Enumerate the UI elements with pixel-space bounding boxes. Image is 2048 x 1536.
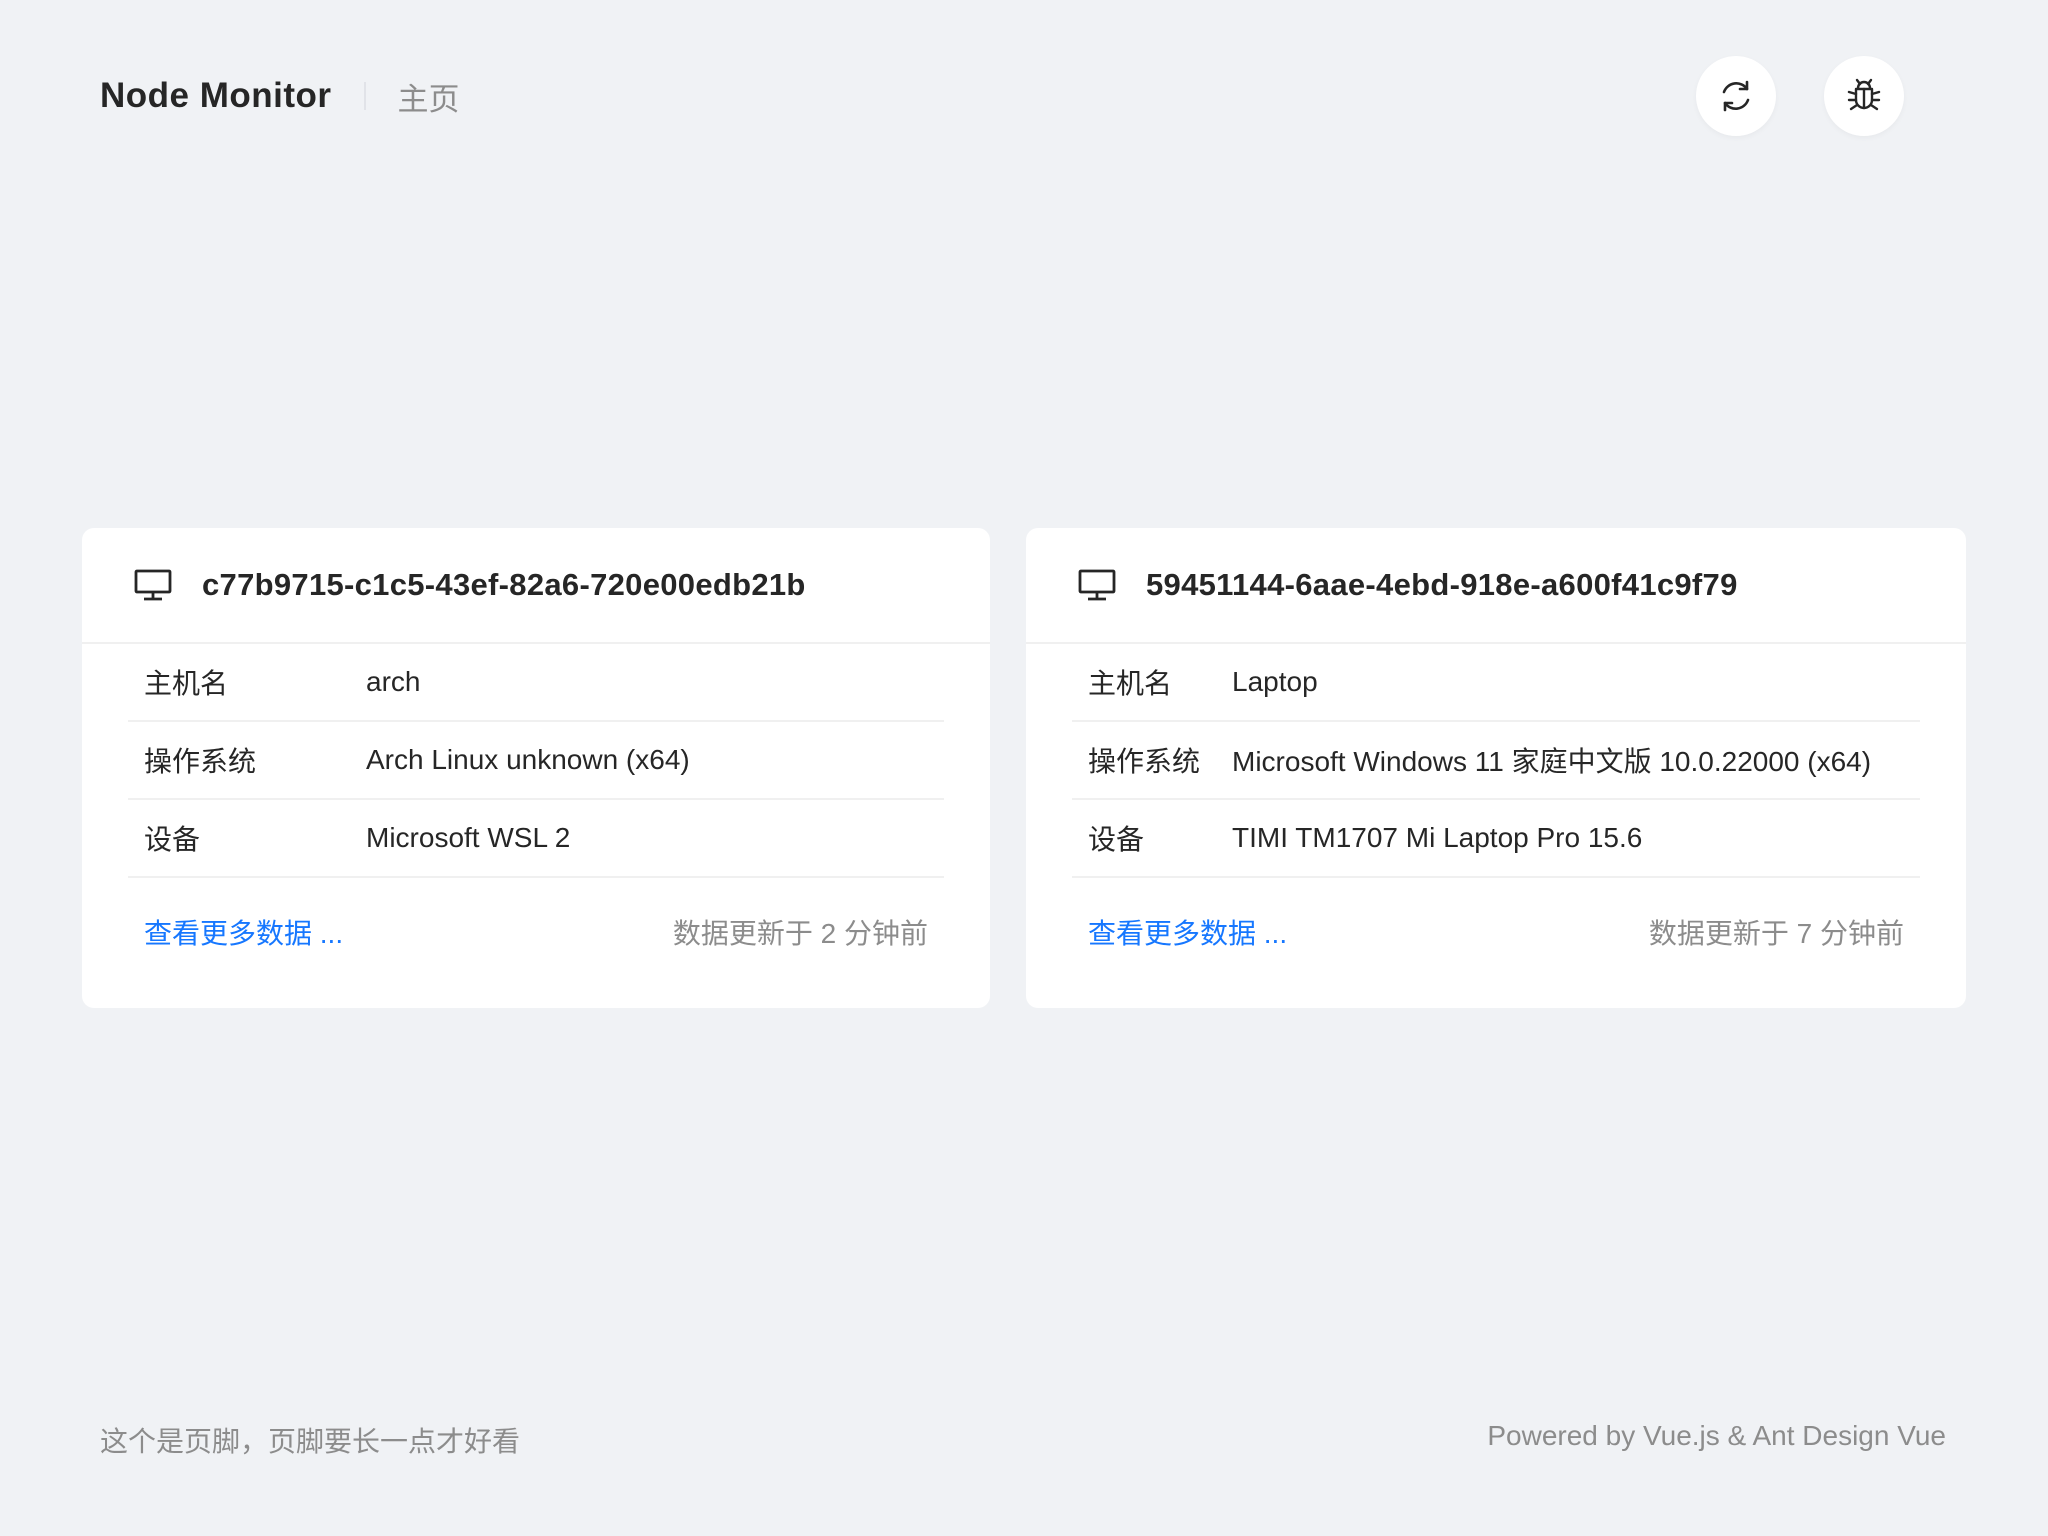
info-label: 操作系统 (144, 746, 257, 777)
info-row-os: 操作系统 Microsoft Windows 11 家庭中文版 10.0.220… (1072, 722, 1920, 800)
powered-by: Powered by Vue.js & Ant Design Vue (1487, 1420, 1946, 1451)
info-label: 操作系统 (1088, 746, 1201, 777)
view-more-link[interactable]: 查看更多数据 ... (1088, 912, 1287, 952)
updated-time: 数据更新于 7 分钟前 (1648, 918, 1904, 949)
node-card-footer: 查看更多数据 ... 数据更新于 2 分钟前 (128, 878, 944, 986)
breadcrumb[interactable]: 主页 (398, 74, 460, 119)
desktop-icon (134, 569, 172, 601)
header: Node Monitor 主页 (100, 56, 1948, 136)
desktop-icon (1078, 569, 1116, 601)
app-title: Node Monitor (100, 76, 332, 115)
node-card-header: c77b9715-c1c5-43ef-82a6-720e00edb21b (82, 528, 990, 644)
page: Node Monitor 主页 c77b9715-c1c5-43ef-82a6-… (0, 0, 2048, 1536)
info-value: TIMI TM1707 Mi Laptop Pro 15.6 (1232, 822, 1643, 853)
node-info-list: 主机名 arch 操作系统 Arch Linux unknown (x64) 设… (82, 644, 990, 986)
header-divider (363, 82, 366, 110)
info-value: Arch Linux unknown (x64) (366, 744, 690, 775)
view-more-link[interactable]: 查看更多数据 ... (144, 912, 343, 952)
debug-button[interactable] (1824, 56, 1904, 136)
node-card-footer: 查看更多数据 ... 数据更新于 7 分钟前 (1072, 878, 1920, 986)
info-label: 设备 (144, 824, 201, 855)
footer: 这个是页脚，页脚要长一点才好看 Powered by Vue.js & Ant … (100, 1420, 1948, 1460)
info-value: Laptop (1232, 666, 1318, 697)
info-value: Microsoft Windows 11 家庭中文版 10.0.22000 (x… (1232, 746, 1872, 777)
header-actions (1696, 56, 1904, 136)
info-label: 设备 (1088, 824, 1145, 855)
refresh-button[interactable] (1696, 56, 1776, 136)
updated-time: 数据更新于 2 分钟前 (672, 918, 928, 949)
node-card-header: 59451144-6aae-4ebd-918e-a600f41c9f79 (1026, 528, 1966, 644)
node-info-list: 主机名 Laptop 操作系统 Microsoft Windows 11 家庭中… (1026, 644, 1966, 986)
info-row-device: 设备 Microsoft WSL 2 (128, 800, 944, 878)
refresh-icon (1722, 80, 1750, 112)
node-id: 59451144-6aae-4ebd-918e-a600f41c9f79 (1146, 567, 1738, 602)
info-label: 主机名 (144, 668, 229, 699)
info-value: arch (366, 666, 421, 697)
bug-icon (1847, 78, 1881, 111)
info-value: Microsoft WSL 2 (366, 822, 571, 853)
info-row-hostname: 主机名 arch (128, 644, 944, 722)
node-id: c77b9715-c1c5-43ef-82a6-720e00edb21b (202, 567, 806, 602)
info-row-os: 操作系统 Arch Linux unknown (x64) (128, 722, 944, 800)
info-row-hostname: 主机名 Laptop (1072, 644, 1920, 722)
node-card: c77b9715-c1c5-43ef-82a6-720e00edb21b 主机名… (82, 528, 990, 1008)
info-row-device: 设备 TIMI TM1707 Mi Laptop Pro 15.6 (1072, 800, 1920, 878)
info-label: 主机名 (1088, 668, 1173, 699)
node-card: 59451144-6aae-4ebd-918e-a600f41c9f79 主机名… (1026, 528, 1966, 1008)
footer-note: 这个是页脚，页脚要长一点才好看 (100, 1426, 521, 1457)
